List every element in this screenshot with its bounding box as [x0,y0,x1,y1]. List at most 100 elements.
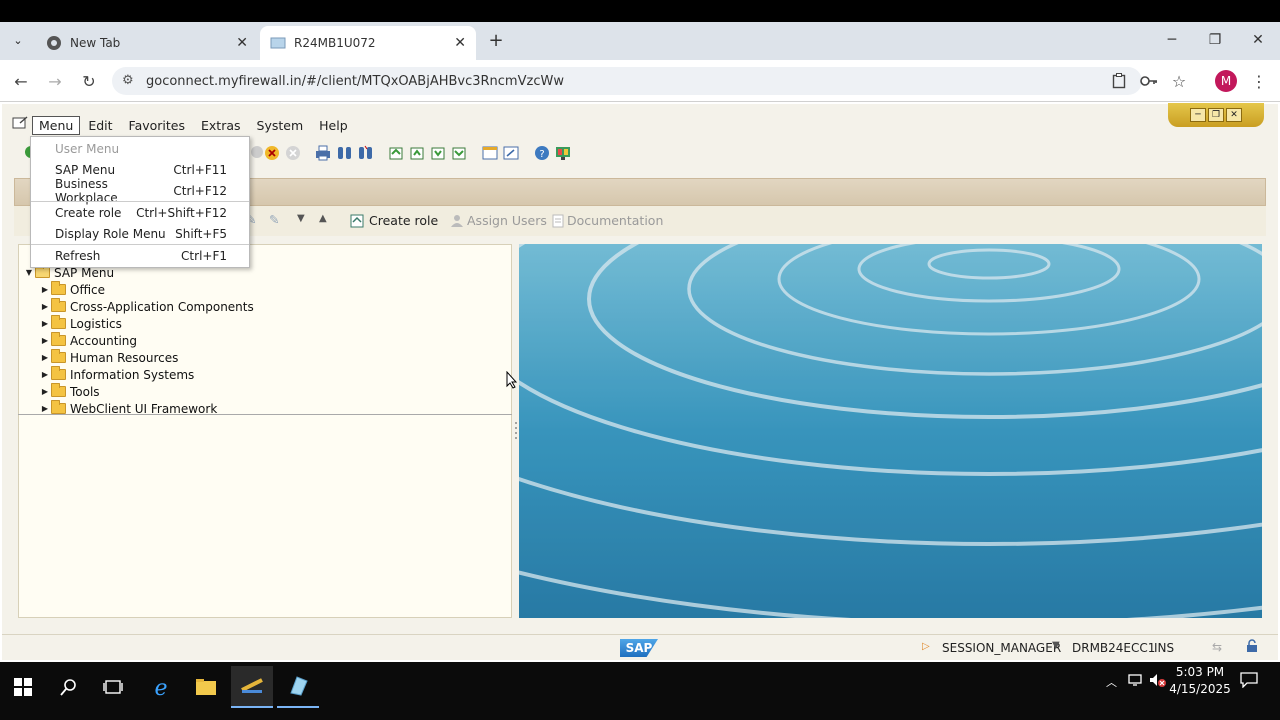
site-settings-icon[interactable]: ⚙ [122,73,134,88]
file-explorer-icon[interactable] [185,666,227,708]
pane-splitter[interactable] [514,420,518,440]
menu-menu[interactable]: Menu [32,115,81,135]
first-page-icon[interactable] [388,145,404,161]
sap-logo: SAP [620,639,658,657]
help-icon[interactable]: ? [534,145,550,161]
new-tab-plus-icon[interactable]: + [486,30,506,51]
back-arrow-icon[interactable]: ← [10,70,32,92]
tree-item-label: Information Systems [70,367,195,382]
create-role-button[interactable]: Create role [350,213,438,228]
dropdown-item-refresh[interactable]: Refresh Ctrl+F1 [31,245,249,266]
shortcut-icon[interactable] [503,145,519,161]
close-window-icon[interactable]: ✕ [1238,26,1278,54]
menu-edit[interactable]: Edit [80,118,120,133]
search-icon[interactable] [48,666,90,708]
clipboard-icon[interactable] [1108,70,1130,92]
lock-icon[interactable] [1245,639,1259,656]
minimize-window-icon[interactable]: ─ [1152,26,1192,54]
reload-icon[interactable]: ↻ [78,70,100,92]
forward-arrow-icon[interactable]: → [44,70,66,92]
menu-help[interactable]: Help [311,118,356,133]
dropdown-item-user-menu[interactable]: User Menu [31,138,249,159]
new-session-icon[interactable] [482,145,498,161]
dropdown-item-label: Display Role Menu [55,226,166,241]
expand-arrow-icon[interactable]: ▶ [39,353,51,362]
task-view-icon[interactable] [92,666,134,708]
collapse-arrow-icon[interactable]: ▼ [23,268,35,277]
password-key-icon[interactable] [1138,70,1160,92]
find-icon[interactable] [336,145,354,161]
move-down-icon[interactable]: ▼ [297,213,305,224]
folder-icon [51,315,66,329]
tree-item-office[interactable]: ▶ Office [39,281,105,298]
assign-users-button[interactable]: Assign Users [450,213,547,228]
previous-page-icon[interactable] [409,145,425,161]
last-page-icon[interactable] [451,145,467,161]
close-icon[interactable]: ✕ [236,35,248,51]
clock-time: 5:03 PM [1175,665,1225,679]
exit-icon[interactable] [250,145,264,159]
menu-system[interactable]: System [249,118,312,133]
status-session[interactable]: SESSION_MANAGER [942,641,1061,655]
menu-extras[interactable]: Extras [193,118,249,133]
sap-easy-access-image [519,244,1262,618]
tree-item-information-systems[interactable]: ▶ Information Systems [39,366,194,383]
close-icon[interactable]: ✕ [454,35,466,51]
sap-gui-taskbar-icon[interactable] [277,666,319,708]
folder-icon [51,349,66,363]
back-disabled-icon[interactable] [285,145,301,161]
folder-icon [51,383,66,397]
customize-layout-icon[interactable] [555,145,571,161]
find-next-icon[interactable] [357,145,375,161]
document-icon [552,214,564,227]
sap-logon-taskbar-icon[interactable] [231,666,273,708]
restore-window-icon[interactable]: ❐ [1195,26,1235,54]
tree-item-label: Cross-Application Components [70,299,254,314]
tab-label: R24MB1U072 [294,36,376,50]
expand-arrow-icon[interactable]: ▶ [39,404,51,413]
network-icon[interactable] [1127,673,1143,690]
dropdown-item-create-role[interactable]: Create role Ctrl+Shift+F12 [31,202,249,223]
taskbar-clock[interactable]: 5:03 PM 4/15/2025 [1160,664,1240,700]
show-hidden-icons-icon[interactable]: ︿ [1106,674,1117,690]
expand-arrow-icon[interactable]: ▶ [39,285,51,294]
next-page-icon[interactable] [430,145,446,161]
notifications-icon[interactable] [1240,672,1258,691]
browser-menu-icon[interactable]: ⋮ [1248,70,1270,92]
tab-label: New Tab [70,36,121,50]
tree-item-tools[interactable]: ▶ Tools [39,383,100,400]
internet-explorer-icon[interactable]: e [140,666,182,708]
dropdown-item-display-role-menu[interactable]: Display Role Menu Shift+F5 [31,223,249,244]
expand-arrow-icon[interactable]: ▶ [39,336,51,345]
tab-sap[interactable]: R24MB1U072 ✕ [260,26,476,60]
edit-icon[interactable]: ✎ [269,212,279,227]
remote-desktop-icon [270,35,286,51]
tab-new-tab[interactable]: New Tab ✕ [36,26,258,60]
print-icon[interactable] [314,145,332,161]
profile-avatar[interactable]: M [1215,70,1237,92]
cancel-icon[interactable] [264,145,280,161]
expand-arrow-icon[interactable]: ▶ [39,370,51,379]
session-dropdown-icon[interactable]: ▼ [1052,640,1060,651]
status-mode[interactable]: INS [1154,641,1174,655]
menu-favorites[interactable]: Favorites [121,118,193,133]
status-expand-icon[interactable]: ▷ [922,641,930,652]
expand-arrow-icon[interactable]: ▶ [39,387,51,396]
expand-arrow-icon[interactable]: ▶ [39,302,51,311]
tab-search-icon[interactable]: ⌄ [8,30,28,50]
dropdown-item-business-workplace[interactable]: Business Workplace Ctrl+F12 [31,177,249,205]
windows-start-icon[interactable] [2,666,44,708]
url-field[interactable]: ⚙ goconnect.myfirewall.in/#/client/MTQxO… [112,67,1142,95]
bookmark-star-icon[interactable]: ☆ [1168,70,1190,92]
move-up-icon[interactable]: ▲ [319,213,327,224]
status-layout-icon[interactable]: ⇆ [1212,640,1222,654]
expand-arrow-icon[interactable]: ▶ [39,319,51,328]
tree-item-human-resources[interactable]: ▶ Human Resources [39,349,178,366]
documentation-button[interactable]: Documentation [552,213,663,228]
tree-item-cross-application[interactable]: ▶ Cross-Application Components [39,298,254,315]
tree-item-accounting[interactable]: ▶ Accounting [39,332,137,349]
tree-item-label: Logistics [70,316,122,331]
tree-item-logistics[interactable]: ▶ Logistics [39,315,122,332]
menu-dropdown: User Menu SAP Menu Ctrl+F11 Business Work… [30,136,250,268]
users-icon [451,214,463,227]
